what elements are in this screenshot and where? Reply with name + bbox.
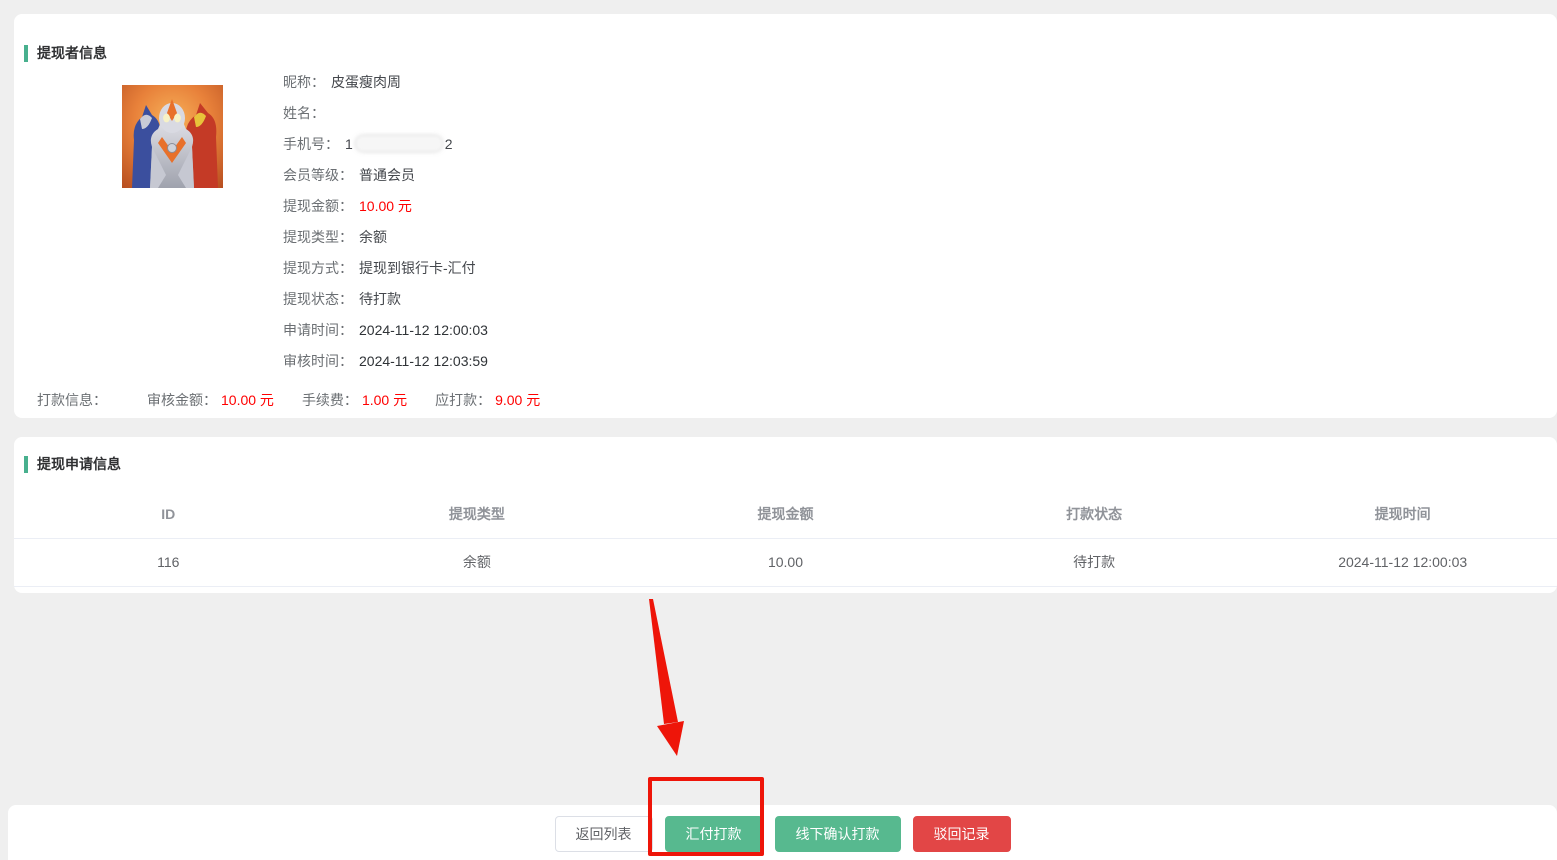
withdrawal-detail-page: { "colors": { "page_bg": "#efefef", "acc… — [0, 0, 1557, 860]
withdrawer-card-title: 提现者信息 — [24, 43, 107, 63]
field-label: 申请时间： — [283, 322, 353, 338]
field-value: 普通会员 — [359, 167, 415, 183]
table-header-row: ID 提现类型 提现金额 打款状态 提现时间 — [14, 490, 1557, 538]
avatar-image — [122, 85, 223, 188]
field-value-red: 10.00 元 — [359, 198, 412, 214]
reject-record-button[interactable]: 驳回记录 — [913, 816, 1011, 852]
field-withdraw-method: 提现方式： 提现到银行卡-汇付 — [283, 253, 488, 284]
field-value: 待打款 — [359, 291, 401, 307]
back-to-list-button[interactable]: 返回列表 — [555, 816, 653, 852]
cell-status: 待打款 — [940, 538, 1249, 586]
withdrawer-info-card: 提现者信息 — [14, 14, 1557, 418]
col-header-amount: 提现金额 — [631, 490, 940, 538]
field-label: 昵称： — [283, 74, 325, 90]
field-value: 2024-11-12 12:03:59 — [359, 353, 488, 369]
huifu-pay-button[interactable]: 汇付打款 — [665, 816, 763, 852]
field-audit-time: 审核时间： 2024-11-12 12:03:59 — [283, 346, 488, 377]
section-title-text: 提现者信息 — [37, 43, 107, 63]
phone-suffix: 2 — [445, 136, 453, 152]
cell-amount: 10.00 — [631, 538, 940, 586]
field-label: 提现方式： — [283, 260, 353, 276]
phone-mask-blur — [356, 136, 442, 151]
action-bar: 返回列表 汇付打款 线下确认打款 驳回记录 — [8, 805, 1557, 860]
field-nickname: 昵称： 皮蛋瘦肉周 — [283, 67, 488, 98]
green-accent-bar — [24, 45, 28, 62]
avatar — [122, 85, 223, 188]
field-label: 手机号： — [283, 136, 339, 152]
payment-due: 应打款：9.00 元 — [435, 392, 540, 408]
phone-prefix: 1 — [345, 136, 353, 152]
field-label: 提现类型： — [283, 229, 353, 245]
withdrawal-application-card: 提现申请信息 ID 提现类型 提现金额 打款状态 提现时间 116 余额 10.… — [14, 437, 1557, 593]
withdrawer-fields: 昵称： 皮蛋瘦肉周 姓名： 手机号： 1 2 会员等级： 普通会员 提现金额： 10.00… — [283, 67, 488, 377]
field-value: 皮蛋瘦肉周 — [331, 74, 401, 90]
withdrawal-table: ID 提现类型 提现金额 打款状态 提现时间 116 余额 10.00 待打款 … — [14, 490, 1557, 587]
application-card-title: 提现申请信息 — [24, 454, 121, 474]
section-title-text: 提现申请信息 — [37, 454, 121, 474]
col-header-status: 打款状态 — [940, 490, 1249, 538]
field-name: 姓名： — [283, 98, 488, 129]
field-value: 提现到银行卡-汇付 — [359, 260, 476, 276]
table-row: 116 余额 10.00 待打款 2024-11-12 12:00:03 — [14, 538, 1557, 586]
payment-info-label: 打款信息： — [37, 392, 107, 408]
field-value: 2024-11-12 12:00:03 — [359, 322, 488, 338]
field-label: 提现状态： — [283, 291, 353, 307]
field-withdraw-amount: 提现金额： 10.00 元 — [283, 191, 488, 222]
field-apply-time: 申请时间： 2024-11-12 12:00:03 — [283, 315, 488, 346]
field-withdraw-type: 提现类型： 余额 — [283, 222, 488, 253]
field-label: 姓名： — [283, 105, 325, 121]
offline-confirm-pay-button[interactable]: 线下确认打款 — [775, 816, 901, 852]
green-accent-bar — [24, 456, 28, 473]
col-header-time: 提现时间 — [1248, 490, 1557, 538]
cell-time: 2024-11-12 12:00:03 — [1248, 538, 1557, 586]
col-header-id: ID — [14, 490, 323, 538]
payment-info-row: 打款信息： 审核金额：10.00 元 手续费：1.00 元 应打款：9.00 元 — [37, 385, 568, 416]
field-value: 余额 — [359, 229, 387, 245]
payment-audit-amount: 审核金额：10.00 元 — [147, 392, 274, 408]
field-withdraw-status: 提现状态： 待打款 — [283, 284, 488, 315]
field-label: 会员等级： — [283, 167, 353, 183]
cell-type: 余额 — [323, 538, 632, 586]
field-phone: 手机号： 1 2 — [283, 129, 488, 160]
field-member-level: 会员等级： 普通会员 — [283, 160, 488, 191]
col-header-type: 提现类型 — [323, 490, 632, 538]
cell-id: 116 — [14, 538, 323, 586]
field-label: 审核时间： — [283, 353, 353, 369]
field-label: 提现金额： — [283, 198, 353, 214]
payment-fee: 手续费：1.00 元 — [302, 392, 407, 408]
